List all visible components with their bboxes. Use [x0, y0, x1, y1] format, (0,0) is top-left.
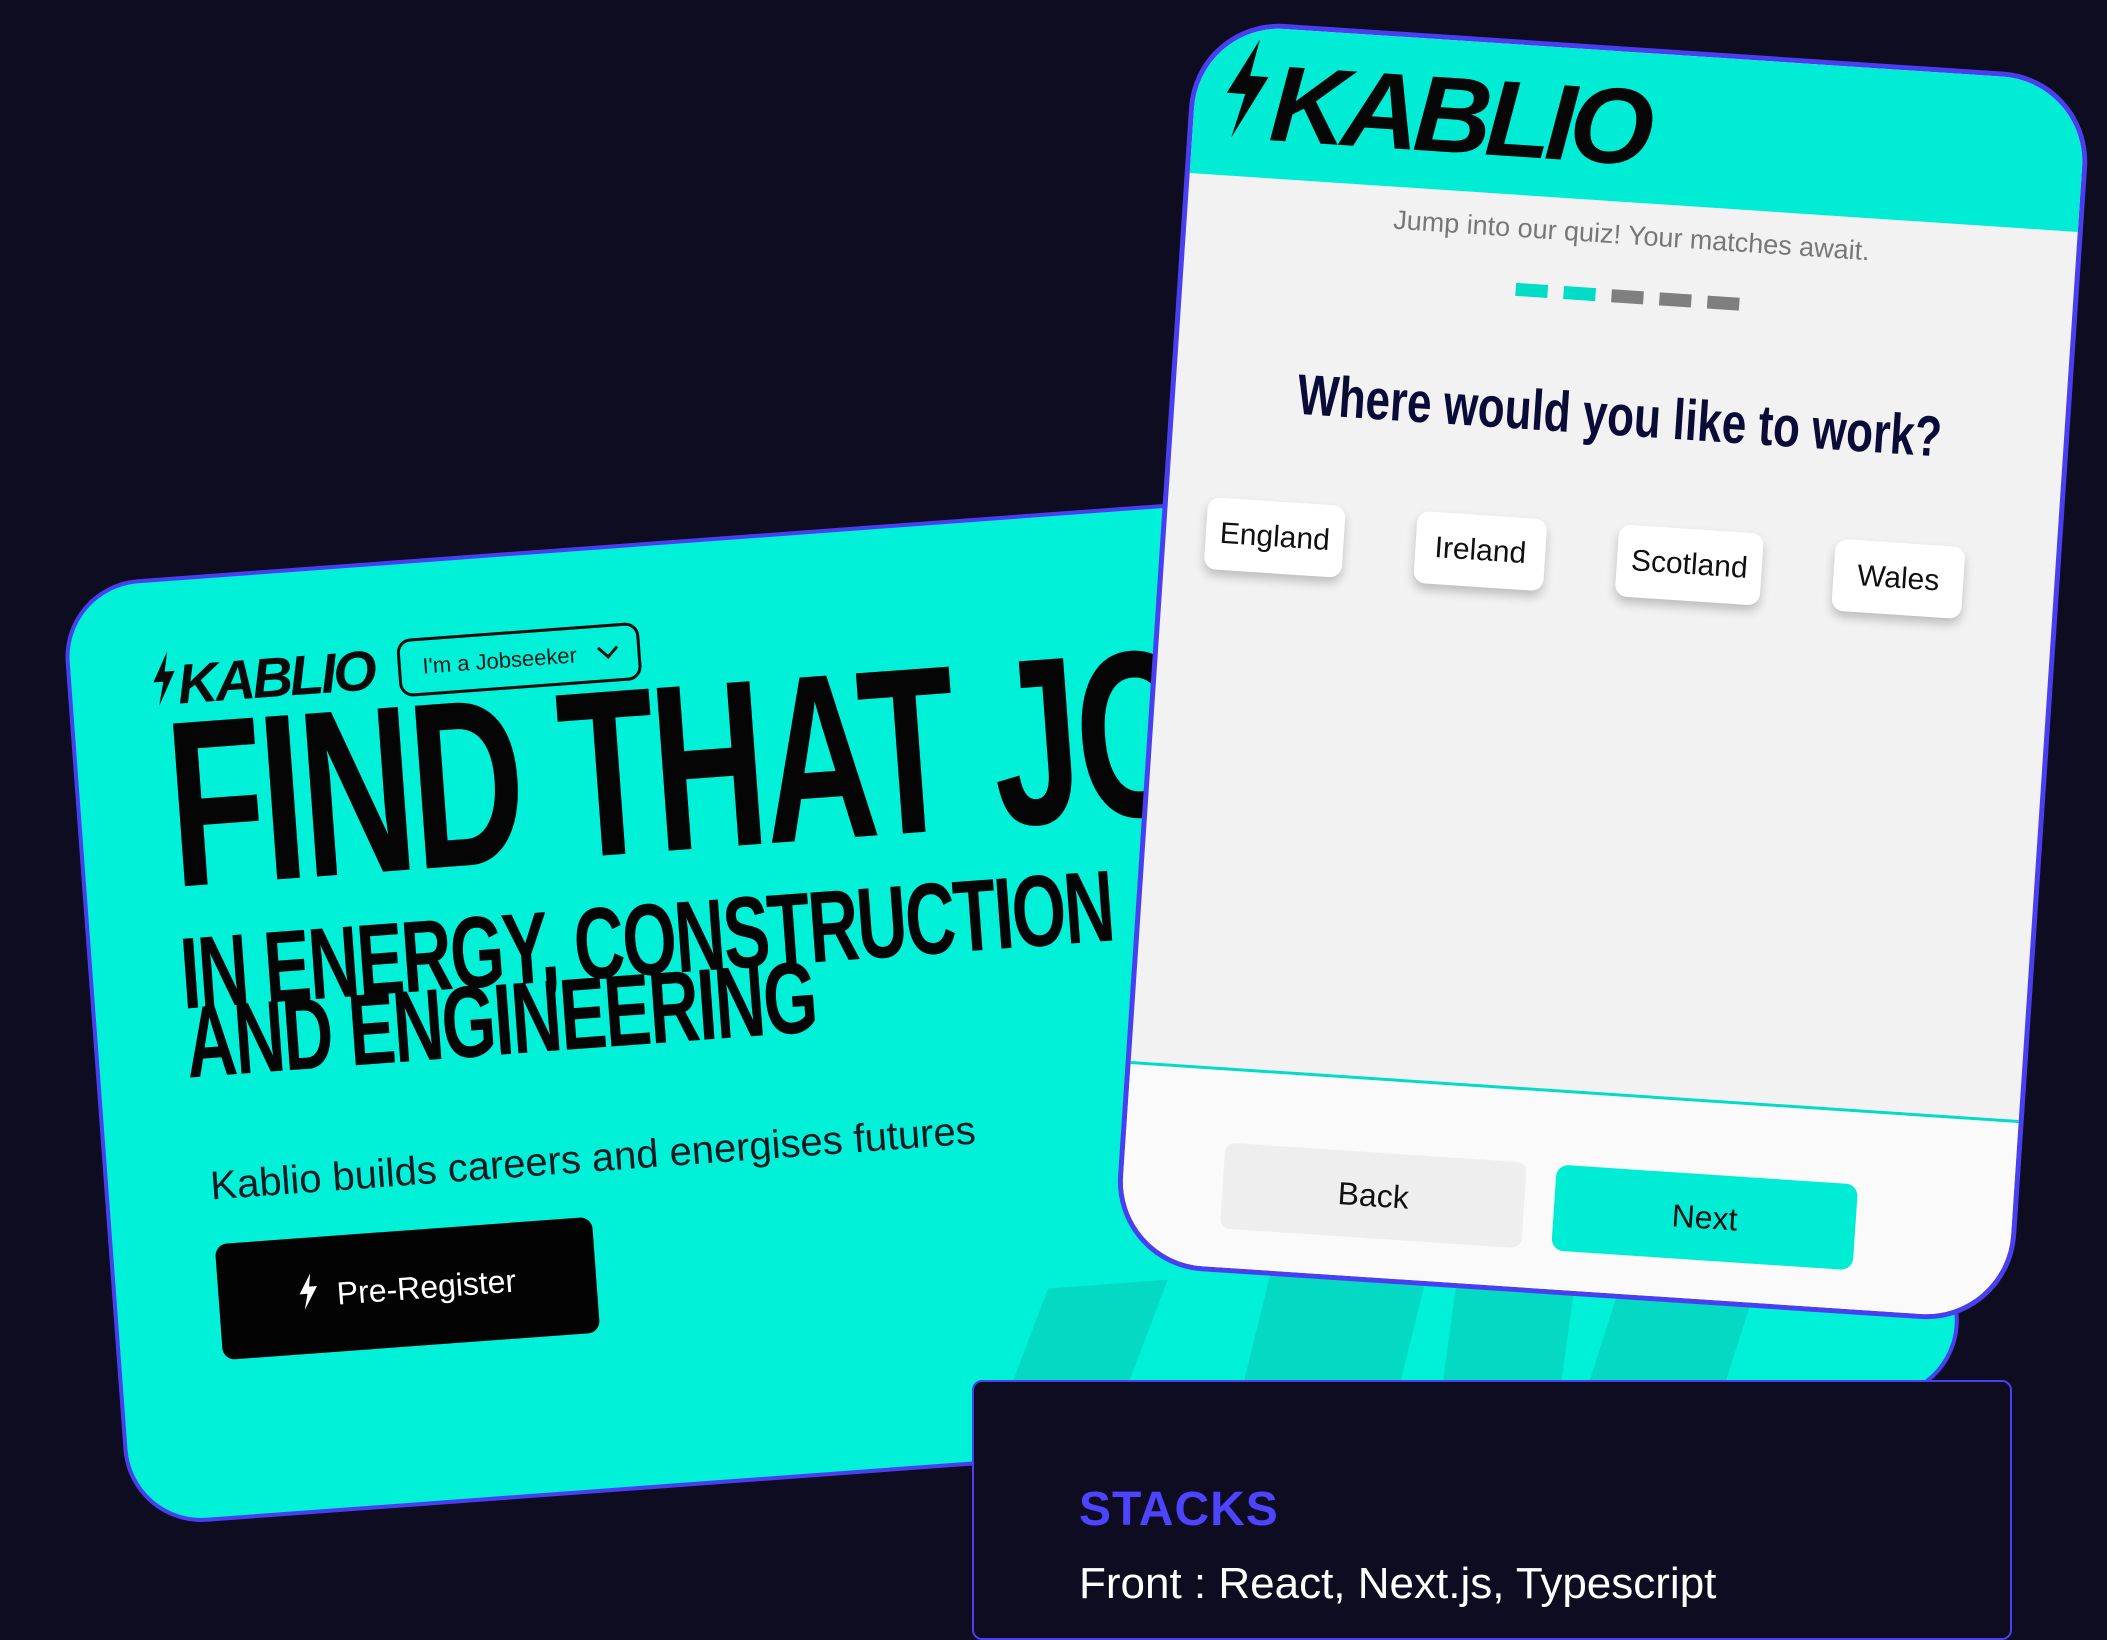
- back-button[interactable]: Back: [1219, 1142, 1527, 1249]
- lightning-bolt-icon: [297, 1273, 320, 1318]
- quiz-question: Where would you like to work?: [1295, 363, 1944, 470]
- pre-register-button[interactable]: Pre-Register: [214, 1216, 601, 1361]
- lightning-bolt-icon: [1219, 37, 1275, 165]
- progress-step: [1563, 286, 1596, 302]
- option-ireland[interactable]: Ireland: [1413, 510, 1548, 592]
- stacks-panel: STACKS Front : React, Next.js, Typescrip…: [972, 1380, 2012, 1640]
- stacks-front: Front : React, Next.js, Typescript: [1079, 1559, 1717, 1608]
- progress-step: [1611, 289, 1644, 305]
- option-scotland[interactable]: Scotland: [1614, 524, 1764, 606]
- pre-register-label: Pre-Register: [335, 1262, 518, 1312]
- next-button[interactable]: Next: [1551, 1164, 1859, 1271]
- location-options: England Ireland Scotland Wales: [1203, 496, 1966, 620]
- progress-step: [1658, 292, 1692, 308]
- kablio-logo[interactable]: KABLIO: [1219, 37, 1652, 190]
- quiz-card: KABLIO Jump into our quiz! Your matches …: [1112, 18, 2094, 1325]
- option-wales[interactable]: Wales: [1830, 538, 1966, 620]
- hero-tagline: Kablio builds careers and energises futu…: [208, 1108, 978, 1209]
- stacks-title: STACKS: [1079, 1483, 1279, 1536]
- logo-text: KABLIO: [1266, 42, 1652, 189]
- progress-step: [1706, 295, 1740, 311]
- progress-step: [1515, 282, 1549, 298]
- option-england[interactable]: England: [1203, 496, 1347, 578]
